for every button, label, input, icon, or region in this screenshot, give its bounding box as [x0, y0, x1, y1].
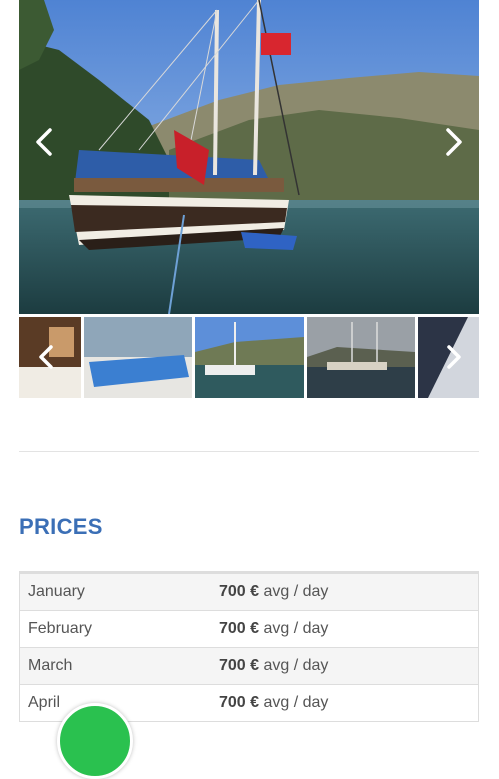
chevron-right-icon [447, 345, 461, 369]
thumbnail-gulet-at-sea[interactable] [307, 317, 415, 398]
price-month: April [28, 694, 61, 711]
price-row-march: March 700 € avg / day [19, 648, 479, 685]
price-unit: avg / day [263, 694, 329, 711]
chevron-left-icon [36, 128, 52, 156]
price-amount: 700 € [219, 657, 260, 674]
price-month: March [28, 657, 73, 674]
price-unit: avg / day [263, 657, 329, 674]
whatsapp-chat-button[interactable] [57, 703, 133, 779]
gallery-next-button[interactable] [439, 122, 469, 162]
thumbnail-prev-button[interactable] [31, 337, 61, 377]
section-divider [19, 451, 479, 452]
thumbnail-strip [19, 317, 479, 398]
price-unit: avg / day [263, 620, 329, 637]
price-month: February [28, 620, 93, 637]
price-amount: 700 € [219, 620, 260, 637]
prices-heading: PRICES [19, 514, 103, 539]
price-unit: avg / day [263, 583, 329, 600]
price-amount: 700 € [219, 583, 260, 600]
main-gallery-image[interactable] [19, 0, 479, 314]
thumbnail-deck-cushions[interactable] [84, 317, 192, 398]
price-row-january: January 700 € avg / day [19, 574, 479, 611]
chevron-left-icon [39, 345, 53, 369]
price-value: 700 € avg / day [219, 583, 328, 601]
price-row-february: February 700 € avg / day [19, 611, 479, 648]
price-amount: 700 € [219, 694, 260, 711]
gallery-prev-button[interactable] [29, 122, 59, 162]
prices-table: January 700 € avg / day February 700 € a… [19, 571, 479, 722]
price-value: 700 € avg / day [219, 657, 328, 675]
chevron-right-icon [446, 128, 462, 156]
thumbnail-next-button[interactable] [439, 337, 469, 377]
price-month: January [28, 583, 85, 600]
price-value: 700 € avg / day [219, 620, 328, 638]
price-value: 700 € avg / day [219, 694, 328, 712]
thumbnail-gulet-in-bay[interactable] [195, 317, 304, 398]
